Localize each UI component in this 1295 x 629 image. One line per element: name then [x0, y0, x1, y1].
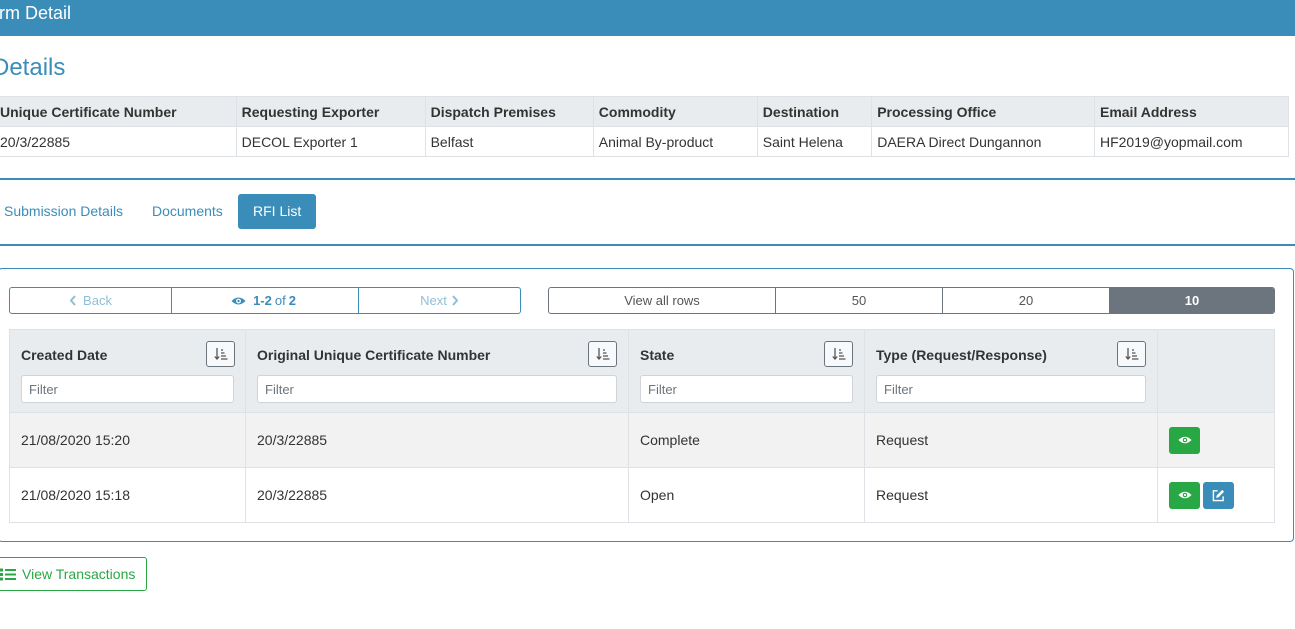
tab-documents[interactable]: Documents: [152, 194, 223, 229]
details-requesting-exporter: DECOL Exporter 1: [235, 126, 426, 157]
details-header-commodity: Commodity: [592, 96, 758, 127]
cell-certificate-number: 20/3/22885: [245, 467, 629, 523]
cell-created-date: 21/08/2020 15:18: [9, 467, 246, 523]
chevron-right-icon: [452, 295, 459, 306]
sort-amount-down-icon: [213, 348, 227, 360]
filter-state[interactable]: [640, 375, 853, 403]
details-commodity: Animal By-product: [592, 126, 758, 157]
section-title: Details: [0, 54, 66, 81]
details-header-row: Unique Certificate Number Requesting Exp…: [0, 96, 1290, 127]
table-row: 21/08/2020 15:18 20/3/22885 Open Request: [9, 467, 1275, 523]
details-dispatch-premises: Belfast: [424, 126, 594, 157]
details-certificate-number: 20/3/22885: [0, 126, 237, 157]
back-button[interactable]: Back: [10, 288, 172, 313]
sort-state-button[interactable]: [824, 341, 853, 367]
cell-state: Complete: [628, 412, 865, 468]
tabs-bar: Submission Details Documents RFI List: [0, 178, 1295, 246]
details-header-requesting-exporter: Requesting Exporter: [235, 96, 426, 127]
page-range: 1-2: [253, 293, 272, 308]
cell-type: Request: [864, 412, 1158, 468]
view-transactions-label: View Transactions: [22, 566, 136, 582]
cell-actions: [1157, 467, 1275, 523]
col-header-state: State: [628, 329, 865, 413]
rows-option-10[interactable]: 10: [1110, 288, 1274, 313]
eye-icon: [1177, 436, 1192, 444]
rows-per-page-group: View all rows 50 20 10: [548, 287, 1275, 314]
rows-option-all[interactable]: View all rows: [549, 288, 776, 313]
details-header-email-address: Email Address: [1093, 96, 1290, 127]
col-header-actions: [1157, 329, 1275, 413]
sort-amount-down-icon: [1124, 348, 1138, 360]
page-total: 2: [288, 293, 296, 308]
pagination: Back 1-2 of 2 Next: [9, 287, 521, 314]
sort-amount-down-icon: [595, 348, 609, 360]
sort-created-date-button[interactable]: [206, 341, 235, 367]
eye-icon: [231, 296, 246, 305]
next-label: Next: [420, 293, 447, 308]
col-header-type: Type (Request/Response): [864, 329, 1158, 413]
col-title-type: Type (Request/Response): [876, 347, 1047, 363]
cell-created-date: 21/08/2020 15:20: [9, 412, 246, 468]
col-title-created-date: Created Date: [21, 347, 108, 363]
eye-icon: [1177, 491, 1192, 499]
edit-icon: [1212, 489, 1225, 501]
filter-type[interactable]: [876, 375, 1146, 403]
details-email-address: HF2019@yopmail.com: [1093, 126, 1290, 157]
details-destination: Saint Helena: [756, 126, 873, 157]
col-header-created-date: Created Date: [9, 329, 246, 413]
details-header-processing-office: Processing Office: [871, 96, 1095, 127]
edit-button[interactable]: [1203, 481, 1234, 509]
sort-amount-down-icon: [831, 348, 845, 360]
cell-type: Request: [864, 467, 1158, 523]
tab-rfi-list[interactable]: RFI List: [238, 194, 317, 229]
view-transactions-button[interactable]: View Transactions: [0, 557, 147, 591]
col-title-state: State: [640, 347, 675, 363]
rows-option-20[interactable]: 20: [943, 288, 1110, 313]
details-header-dispatch-premises: Dispatch Premises: [424, 96, 594, 127]
page-of: of: [274, 293, 286, 308]
table-row: 21/08/2020 15:20 20/3/22885 Complete Req…: [9, 412, 1275, 468]
view-button[interactable]: [1169, 481, 1200, 509]
details-header-certificate-number: Unique Certificate Number: [0, 96, 237, 127]
details-processing-office: DAERA Direct Dungannon: [871, 126, 1095, 157]
details-header-destination: Destination: [756, 96, 873, 127]
page-info: 1-2 of 2: [172, 288, 359, 313]
list-icon: [0, 568, 16, 580]
filter-certificate-number[interactable]: [257, 375, 617, 403]
sort-type-button[interactable]: [1117, 341, 1146, 367]
col-title-certificate-number: Original Unique Certificate Number: [257, 347, 491, 363]
view-button[interactable]: [1169, 426, 1200, 454]
details-table: Unique Certificate Number Requesting Exp…: [0, 96, 1290, 157]
rfi-header-row: Created Date Original Unique Certificate…: [9, 329, 1275, 413]
col-header-certificate-number: Original Unique Certificate Number: [245, 329, 629, 413]
rfi-table: Created Date Original Unique Certificate…: [9, 329, 1275, 523]
sort-certificate-number-button[interactable]: [588, 341, 617, 367]
cell-actions: [1157, 412, 1275, 468]
page-title: orm Detail: [0, 3, 72, 23]
cell-certificate-number: 20/3/22885: [245, 412, 629, 468]
details-row: 20/3/22885 DECOL Exporter 1 Belfast Anim…: [0, 126, 1290, 157]
cell-state: Open: [628, 467, 865, 523]
filter-created-date[interactable]: [21, 375, 234, 403]
next-button[interactable]: Next: [359, 288, 520, 313]
tab-submission-details[interactable]: Submission Details: [4, 194, 123, 229]
app-header: orm Detail: [0, 0, 1295, 36]
chevron-left-icon: [69, 295, 76, 306]
back-label: Back: [83, 293, 112, 308]
rows-option-50[interactable]: 50: [776, 288, 943, 313]
